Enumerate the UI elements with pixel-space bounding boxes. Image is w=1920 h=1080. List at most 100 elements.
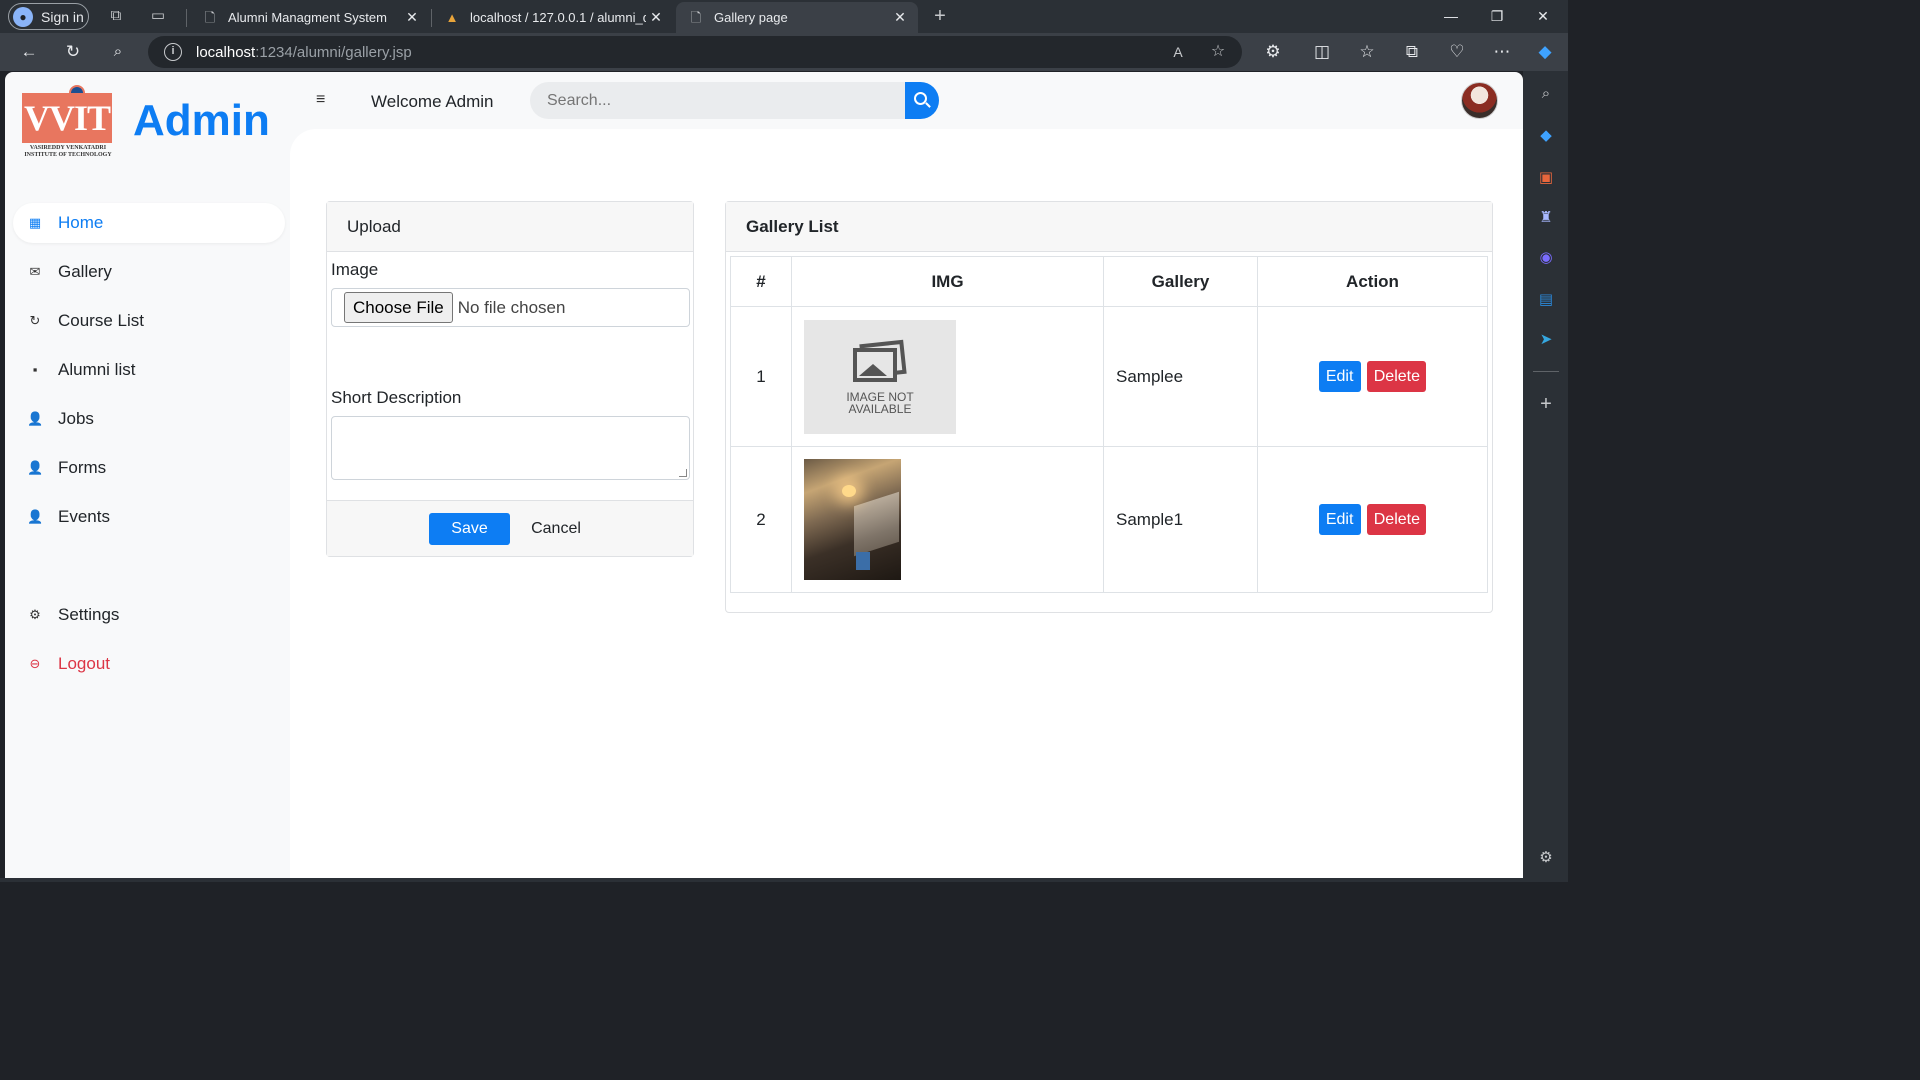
short-description-field[interactable]: [331, 416, 690, 480]
new-tab-icon[interactable]: +: [930, 6, 950, 26]
outlook-icon[interactable]: ▤: [1535, 289, 1557, 311]
page-icon: 🗋: [204, 9, 216, 25]
tab-actions-icon[interactable]: ▭: [148, 6, 168, 26]
gear-icon[interactable]: ⚙: [1535, 847, 1557, 869]
logout-icon: ⊖: [29, 656, 41, 671]
row-actions: Edit Delete: [1257, 306, 1488, 447]
restore-icon[interactable]: ❐: [1486, 5, 1508, 27]
tab-title: Gallery page: [714, 10, 788, 25]
image-not-available: IMAGE NOT AVAILABLE: [804, 319, 956, 434]
sidebar-item-home[interactable]: ▦ Home: [13, 203, 285, 243]
edit-button[interactable]: Edit: [1318, 504, 1361, 535]
gear-icon: ⚙: [29, 607, 41, 622]
copilot-icon[interactable]: ◆: [1534, 41, 1556, 63]
site-info-icon[interactable]: i: [164, 43, 182, 61]
close-icon[interactable]: ✕: [402, 9, 422, 26]
sidebar-item-settings[interactable]: ⚙ Settings: [13, 595, 285, 635]
tab-separator: [186, 9, 187, 27]
sidebar-item-events[interactable]: 👤 Events: [13, 497, 285, 537]
search-button[interactable]: [905, 82, 939, 119]
sidebar-item-label: Home: [58, 213, 104, 232]
address-bar[interactable]: i localhost:1234/alumni/gallery.jsp A ☆: [148, 36, 1242, 68]
search-icon[interactable]: ⌕: [1535, 83, 1557, 105]
close-window-icon[interactable]: ✕: [1532, 5, 1554, 27]
tab-phpmyadmin[interactable]: ▲ localhost / 127.0.0.1 / alumni_db ✕: [432, 2, 674, 33]
file-input[interactable]: Choose File No file chosen: [331, 288, 690, 327]
gallery-card: Gallery List # IMG Gallery Action 1 IMAG…: [725, 201, 1493, 613]
user-icon: 👤: [27, 411, 44, 426]
page: VVIT VASIREDDY VENKATADRI INSTITUTE OF T…: [5, 72, 1523, 878]
sidebar-item-alumni-list[interactable]: ▪ Alumni list: [13, 350, 285, 390]
tab-title: localhost / 127.0.0.1 / alumni_db: [470, 10, 646, 25]
save-button[interactable]: Save: [429, 513, 510, 545]
row-number: 1: [730, 306, 792, 447]
sidebar-item-gallery[interactable]: ✉ Gallery: [13, 252, 285, 292]
workspaces-icon[interactable]: ⧉: [106, 6, 126, 26]
delete-button[interactable]: Delete: [1367, 361, 1427, 392]
row-number: 2: [730, 446, 792, 593]
table-row: 1 IMAGE NOT AVAILABLE Samplee Edit Delet…: [730, 306, 1488, 447]
image-label: Image: [331, 260, 379, 279]
sidebar-item-label: Logout: [58, 654, 110, 673]
split-screen-icon[interactable]: ◫: [1311, 41, 1333, 63]
delete-button[interactable]: Delete: [1367, 504, 1427, 535]
sidebar-item-course-list[interactable]: ↻ Course List: [13, 301, 285, 341]
chat-icon: ▪: [32, 362, 38, 377]
logo-tagline: VASIREDDY VENKATADRI: [29, 145, 107, 151]
avatar[interactable]: [1461, 82, 1498, 119]
url-path: :1234/alumni/gallery.jsp: [255, 43, 412, 61]
add-icon[interactable]: +: [1535, 393, 1557, 415]
gallery-photo: [804, 459, 901, 580]
cancel-button[interactable]: Cancel: [527, 513, 585, 545]
user-icon: 👤: [27, 509, 44, 524]
back-icon[interactable]: ←: [18, 41, 40, 63]
row-gallery-name: Samplee: [1103, 306, 1258, 447]
brand-title: Admin: [133, 96, 270, 145]
logo-tagline: INSTITUTE OF TECHNOLOGY: [24, 152, 112, 158]
gallery-table: # IMG Gallery Action 1 IMAGE NOT AVAILAB…: [730, 256, 1488, 593]
sidebar-item-logout[interactable]: ⊖ Logout: [13, 644, 285, 684]
reload-icon[interactable]: ↻: [62, 41, 84, 63]
short-description-label: Short Description: [331, 388, 462, 407]
row-image-cell: [791, 446, 1104, 593]
phpmyadmin-icon: ▲: [445, 9, 459, 25]
favorites-icon[interactable]: ☆: [1356, 41, 1378, 63]
shopping-tag-icon[interactable]: ◆: [1535, 125, 1557, 147]
profile-avatar-icon: ●: [13, 6, 33, 27]
page-icon: 🗋: [690, 9, 702, 25]
column-header: IMG: [791, 256, 1104, 307]
send-icon[interactable]: ➤: [1535, 329, 1557, 351]
collections-icon[interactable]: ⧉: [1401, 41, 1423, 63]
extensions-icon[interactable]: ⚙: [1262, 41, 1284, 63]
browser-essentials-icon[interactable]: ♡: [1446, 41, 1468, 63]
table-header-row: # IMG Gallery Action: [730, 256, 1488, 307]
close-icon[interactable]: ✕: [890, 9, 910, 26]
file-status: No file chosen: [457, 297, 566, 317]
minimize-icon[interactable]: —: [1440, 5, 1462, 27]
sidebar-item-jobs[interactable]: 👤 Jobs: [13, 399, 285, 439]
tab-gallery[interactable]: 🗋 Gallery page ✕: [676, 2, 918, 33]
sidebar-item-label: Events: [58, 507, 110, 526]
tools-icon[interactable]: ▣: [1535, 167, 1557, 189]
hamburger-menu-icon[interactable]: ≡: [316, 92, 330, 108]
search-input[interactable]: [530, 82, 906, 119]
search-icon[interactable]: ⌕: [107, 41, 129, 63]
copilot-app-icon[interactable]: ◉: [1535, 247, 1557, 269]
choose-file-button[interactable]: Choose File: [344, 292, 453, 323]
read-aloud-icon[interactable]: A: [1168, 42, 1188, 62]
no-image-caption-line: IMAGE NOT: [846, 389, 914, 404]
column-header: #: [730, 256, 792, 307]
edit-button[interactable]: Edit: [1318, 361, 1361, 392]
tab-alumni[interactable]: 🗋 Alumni Managment System ✕: [190, 2, 430, 33]
vvit-logo: VVIT VASIREDDY VENKATADRI INSTITUTE OF T…: [22, 85, 114, 163]
favorite-star-icon[interactable]: ☆: [1208, 42, 1228, 62]
browser-tab-bar: ● Sign in ⧉ ▭ 🗋 Alumni Managment System …: [0, 0, 1568, 33]
no-image-caption: IMAGE NOT AVAILABLE: [804, 391, 956, 415]
sign-in-button[interactable]: ● Sign in: [8, 3, 89, 30]
edge-sidebar: ⌕ ◆ ▣ ♜ ◉ ▤ ➤ + ⚙: [1523, 71, 1568, 882]
row-actions: Edit Delete: [1257, 446, 1488, 593]
games-icon[interactable]: ♜: [1535, 207, 1557, 229]
more-menu-icon[interactable]: ⋯: [1491, 41, 1513, 63]
close-icon[interactable]: ✕: [646, 9, 666, 26]
sidebar-item-forms[interactable]: 👤 Forms: [13, 448, 285, 488]
